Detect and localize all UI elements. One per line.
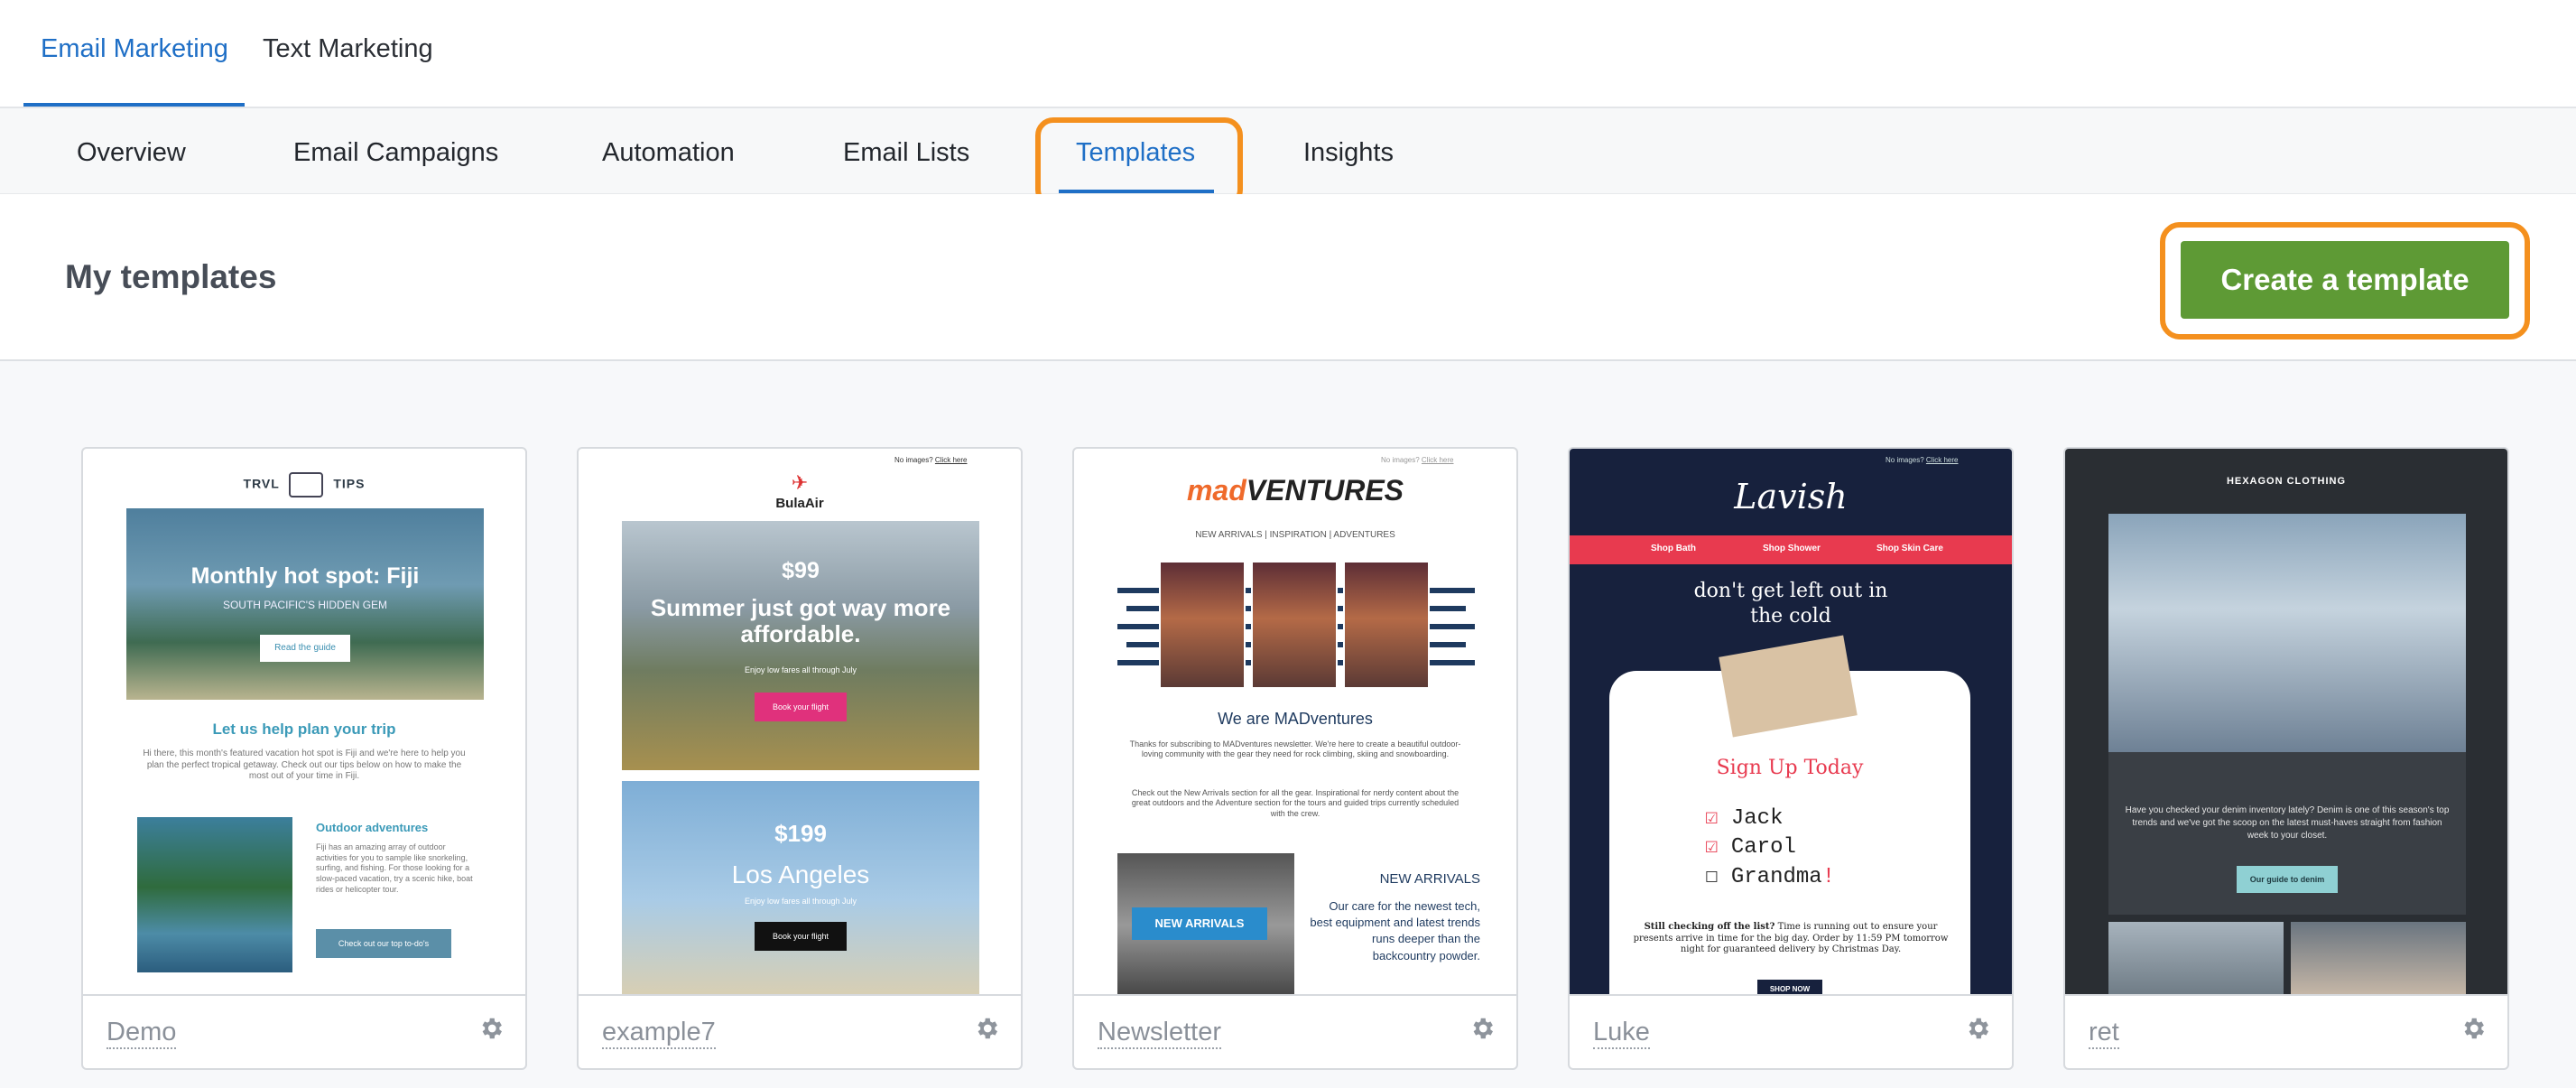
photo-1 <box>1159 561 1246 689</box>
side-title: NEW ARRIVALS <box>1379 871 1480 887</box>
tree-image <box>137 817 292 972</box>
card-footer: Luke <box>1570 998 2012 1068</box>
sub-2: Enjoy low fares all through July <box>744 897 857 906</box>
email-sub-nav: Overview Email Campaigns Automation Emai… <box>0 109 2576 194</box>
brand-logo: madVENTURES <box>1186 474 1404 507</box>
checked-box-icon: ☑ <box>1705 835 1719 860</box>
subnav-automation[interactable]: Automation <box>602 138 735 168</box>
brand-left: TRVL <box>243 476 280 491</box>
headline: don't get left out in the cold <box>1693 580 1888 628</box>
nav-shop-bath: Shop Bath <box>1651 544 1696 553</box>
no-images-note: No images? Click here <box>894 456 968 464</box>
brand-name: HEXAGON CLOTHING <box>2226 476 2347 487</box>
shop-now-button: SHOP NOW <box>1757 980 1822 994</box>
body-text: Have you checked your denim inventory la… <box>2125 805 2450 841</box>
gear-icon[interactable] <box>2455 1010 2491 1046</box>
no-images-note: No images? Click here <box>1381 456 1454 464</box>
card-footer: Newsletter <box>1074 998 1516 1068</box>
empty-box-icon: ☐ <box>1705 864 1719 889</box>
template-name-link[interactable]: Demo <box>107 1018 177 1049</box>
brand-name: BulaAir <box>775 496 824 511</box>
price-1: $99 <box>782 558 820 583</box>
read-guide-button: Read the guide <box>260 635 350 662</box>
template-preview[interactable]: HEXAGON CLOTHING Have you checked your d… <box>2065 449 2507 996</box>
template-card-ret[interactable]: HEXAGON CLOTHING Have you checked your d… <box>2063 447 2509 1070</box>
book-flight-button-2: Book your flight <box>755 922 847 951</box>
tab-email-marketing[interactable]: Email Marketing <box>41 34 228 64</box>
headline-1: Summer just got way more affordable. <box>650 594 951 647</box>
photo-2 <box>1251 561 1338 689</box>
nav-links: NEW ARRIVALS | INSPIRATION | ADVENTURES <box>1195 530 1395 540</box>
card-footer: Demo <box>83 998 525 1068</box>
gear-icon[interactable] <box>968 1010 1005 1046</box>
active-tab-indicator <box>23 103 245 107</box>
brand-right: TIPS <box>333 476 366 491</box>
template-card-newsletter[interactable]: No images? Click here madVENTURES NEW AR… <box>1072 447 1518 1070</box>
create-template-button[interactable]: Create a template <box>2181 241 2509 319</box>
template-card-example7[interactable]: No images? Click here ✈ BulaAir $99 Summ… <box>577 447 1023 1070</box>
subnav-overview[interactable]: Overview <box>77 138 186 168</box>
card-footer: ret <box>2065 998 2507 1068</box>
template-name-link[interactable]: Luke <box>1593 1018 1650 1049</box>
sub-1: Enjoy low fares all through July <box>744 665 857 674</box>
gear-icon[interactable] <box>1464 1010 1500 1046</box>
template-preview[interactable]: TRVL TIPS Monthly hot spot: Fiji SOUTH P… <box>83 449 525 996</box>
template-card-luke[interactable]: No images? Click here Lavish Shop Bath S… <box>1568 447 2014 1070</box>
todo-button: Check out our top to-do's <box>316 929 451 958</box>
signup-title: Sign Up Today <box>1716 757 1864 779</box>
section-body-1: Thanks for subscribing to MADventures ne… <box>1129 739 1461 759</box>
nav-bar: Shop Bath Shop Shower Shop Skin Care <box>1570 535 2012 564</box>
section-body: Hi there, this month's featured vacation… <box>143 749 466 781</box>
nav-shop-skin-care: Shop Skin Care <box>1876 544 1943 553</box>
side-body: Fiji has an amazing array of outdoor act… <box>316 842 473 894</box>
photo-left <box>2108 922 2284 994</box>
template-card-demo[interactable]: TRVL TIPS Monthly hot spot: Fiji SOUTH P… <box>81 447 527 1070</box>
page-title: My templates <box>65 258 277 295</box>
photo-right <box>2291 922 2466 994</box>
nav-shop-shower: Shop Shower <box>1763 544 1821 553</box>
template-preview[interactable]: No images? Click here madVENTURES NEW AR… <box>1074 449 1516 996</box>
denim-guide-button: Our guide to denim <box>2237 866 2338 893</box>
photo-3 <box>1343 561 1430 689</box>
price-2: $199 <box>774 820 827 847</box>
body-text: Still checking off the list? Time is run… <box>1633 922 1949 954</box>
brand-script: Lavish <box>1734 477 1848 516</box>
template-preview[interactable]: No images? Click here Lavish Shop Bath S… <box>1570 449 2012 996</box>
template-name-link[interactable]: Newsletter <box>1098 1018 1221 1049</box>
section-body-2: Check out the New Arrivals section for a… <box>1131 788 1459 818</box>
card-footer: example7 <box>579 998 1021 1068</box>
hero-subtitle: SOUTH PACIFIC'S HIDDEN GEM <box>222 599 388 611</box>
section-heading: We are MADventures <box>1218 710 1373 728</box>
plane-icon: ✈ <box>791 471 809 494</box>
subnav-email-campaigns[interactable]: Email Campaigns <box>293 138 498 168</box>
new-arrivals-badge: NEW ARRIVALS <box>1132 907 1267 940</box>
template-preview[interactable]: No images? Click here ✈ BulaAir $99 Summ… <box>579 449 1021 996</box>
subnav-email-lists[interactable]: Email Lists <box>843 138 969 168</box>
subnav-insights[interactable]: Insights <box>1303 138 1394 168</box>
headline-2: Los Angeles <box>731 860 870 888</box>
side-body: Our care for the newest tech, best equip… <box>1310 899 1480 962</box>
gear-icon[interactable] <box>473 1010 509 1046</box>
book-flight-button-1: Book your flight <box>755 693 847 721</box>
side-title: Outdoor adventures <box>316 821 429 834</box>
product-tabs: Email Marketing Text Marketing <box>0 0 2576 108</box>
gear-icon[interactable] <box>1960 1010 1996 1046</box>
template-name-link[interactable]: example7 <box>602 1018 716 1049</box>
template-name-link[interactable]: ret <box>2089 1018 2119 1049</box>
hero-title: Monthly hot spot: Fiji <box>190 563 420 589</box>
tab-text-marketing[interactable]: Text Marketing <box>263 34 433 64</box>
checked-box-icon: ☑ <box>1705 806 1719 831</box>
section-heading: Let us help plan your trip <box>212 721 396 738</box>
no-images-note: No images? Click here <box>1886 456 1959 464</box>
suitcase-icon <box>289 472 324 498</box>
checklist: ☑ Jack ☑ Carol ☐ Grandma! <box>1705 806 1836 889</box>
cyclist-image <box>2108 514 2466 752</box>
